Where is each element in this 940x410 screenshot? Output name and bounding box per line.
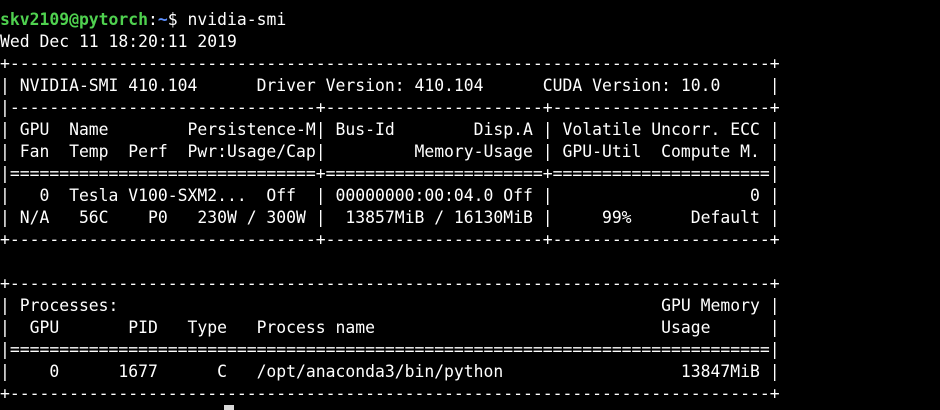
prompt-user-host: skv2109@pytorch: [0, 10, 149, 29]
output-line: | N/A 56C P0 230W / 300W | 13857MiB / 16…: [0, 208, 780, 227]
prompt-line: skv2109@pytorch:~$ nvidia-smi: [0, 9, 940, 31]
output-line: | 0 1677 C /opt/anaconda3/bin/python 138…: [0, 362, 780, 381]
prompt-separator: :: [148, 10, 158, 29]
output-line: | NVIDIA-SMI 410.104 Driver Version: 410…: [0, 76, 780, 95]
prompt-symbol: $: [167, 10, 178, 29]
output-line: | Processes: GPU Memory |: [0, 296, 780, 315]
output-line: | GPU Name Persistence-M| Bus-Id Disp.A …: [0, 120, 780, 139]
terminal-window[interactable]: skv2109@pytorch:~$ nvidia-smi Wed Dec 11…: [0, 0, 940, 410]
output-line: |-------------------------------+-------…: [0, 98, 780, 117]
output-line: +---------------------------------------…: [0, 54, 780, 73]
output-line: +---------------------------------------…: [0, 384, 780, 403]
output-line: | Fan Temp Perf Pwr:Usage/Cap| Memory-Us…: [0, 142, 780, 161]
output-line: +-------------------------------+-------…: [0, 230, 780, 249]
output-line: | 0 Tesla V100-SXM2... Off | 00000000:00…: [0, 186, 780, 205]
timestamp-line: Wed Dec 11 18:20:11 2019: [0, 32, 237, 51]
output-line: |=======================================…: [0, 340, 780, 359]
prompt-path: ~: [157, 10, 168, 29]
output-line: +---------------------------------------…: [0, 274, 780, 293]
prompt-command: nvidia-smi: [177, 10, 287, 29]
output-line: | GPU PID Type Process name Usage |: [0, 318, 780, 337]
output-line: |===============================+=======…: [0, 164, 780, 183]
text-cursor: [224, 405, 234, 410]
